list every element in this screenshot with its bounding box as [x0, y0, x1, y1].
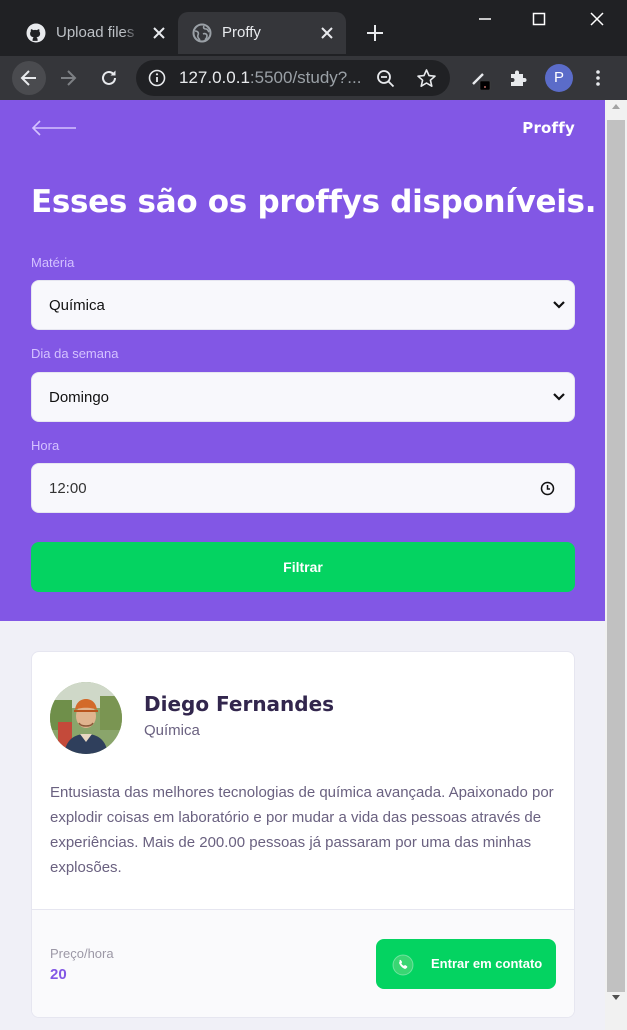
subject-label: Matéria [31, 255, 75, 270]
time-label: Hora [31, 438, 60, 453]
page-title: Esses são os proffys disponíveis. [31, 184, 597, 220]
subject-select-value: Química [49, 297, 105, 314]
price-label: Preço/hora [50, 946, 114, 961]
teacher-card: Diego Fernandes Química Entusiasta das m… [31, 651, 575, 1018]
close-tab-icon[interactable] [148, 22, 170, 44]
contact-button-label: Entrar em contato [431, 956, 543, 971]
browser-tab-bar: Upload files · Proffy [0, 0, 627, 56]
browser-toolbar: 127.0.0.1:5500/study?... P [0, 56, 627, 100]
weekday-label: Dia da semana [31, 346, 119, 361]
tab-title: Upload files · [56, 24, 140, 41]
close-window-icon[interactable] [582, 6, 612, 32]
extension-pen-button[interactable] [462, 61, 496, 95]
back-button[interactable] [12, 61, 46, 95]
address-path: :5500/study?... [249, 68, 362, 87]
teacher-bio: Entusiasta das melhores tecnologias de q… [50, 784, 554, 876]
weekday-select[interactable]: Domingo [31, 372, 575, 422]
back-arrow-icon[interactable] [31, 119, 77, 137]
zoom-out-icon[interactable] [376, 69, 396, 89]
forward-button[interactable] [51, 61, 85, 95]
minimize-window-icon[interactable] [470, 6, 500, 32]
profile-avatar[interactable]: P [545, 64, 573, 92]
chevron-down-icon [553, 301, 565, 309]
teacher-avatar [50, 682, 122, 754]
address-host: 127.0.0.1 [179, 68, 250, 87]
arrow-left-icon [20, 70, 36, 86]
tab-title: Proffy [222, 24, 261, 41]
reload-icon [102, 70, 116, 85]
time-input-value: 12:00 [49, 480, 87, 497]
address-bar[interactable]: 127.0.0.1:5500/study?... [136, 60, 450, 96]
price-value: 20 [50, 966, 67, 983]
scroll-down-arrow-icon[interactable] [612, 995, 620, 1000]
github-icon [26, 23, 46, 43]
bookmark-star-icon[interactable] [416, 68, 437, 89]
chevron-down-icon [553, 393, 565, 401]
puzzle-icon [511, 70, 527, 86]
teacher-subject: Química [144, 722, 200, 739]
arrow-right-icon [61, 70, 77, 86]
pen-extension-icon [472, 73, 491, 90]
weekday-select-value: Domingo [49, 389, 110, 406]
contact-button[interactable]: Entrar em contato [376, 939, 556, 989]
tab-upload-files[interactable]: Upload files · [12, 12, 178, 54]
teacher-card-footer: Preço/hora 20 Entrar em contato [32, 909, 574, 1017]
more-vert-icon [596, 70, 600, 86]
new-tab-plus-icon[interactable] [362, 20, 388, 46]
scrollbar-thumb[interactable] [607, 120, 625, 992]
clock-icon[interactable] [540, 481, 555, 496]
reload-button[interactable] [92, 61, 126, 95]
logo[interactable]: Proffy [522, 119, 575, 137]
address-url: 127.0.0.1:5500/study?... [179, 68, 361, 88]
tab-proffy[interactable]: Proffy [178, 12, 346, 54]
browser-menu-button[interactable] [581, 61, 615, 95]
close-tab-icon[interactable] [316, 22, 338, 44]
time-input[interactable]: 12:00 [31, 463, 575, 513]
page-viewport: Proffy Esses são os proffys disponíveis.… [0, 100, 605, 1030]
site-info-icon[interactable] [148, 69, 166, 87]
subject-select[interactable]: Química [31, 280, 575, 330]
extensions-button[interactable] [501, 61, 535, 95]
maximize-window-icon[interactable] [524, 6, 554, 32]
filter-button[interactable]: Filtrar [31, 542, 575, 592]
whatsapp-icon [392, 954, 414, 976]
globe-icon [192, 23, 212, 43]
teacher-photo [50, 682, 122, 754]
page-scrollbar[interactable] [605, 100, 627, 1030]
teacher-name: Diego Fernandes [144, 692, 335, 716]
page-header: Proffy Esses são os proffys disponíveis.… [0, 100, 605, 621]
scroll-up-arrow-icon[interactable] [612, 104, 620, 109]
